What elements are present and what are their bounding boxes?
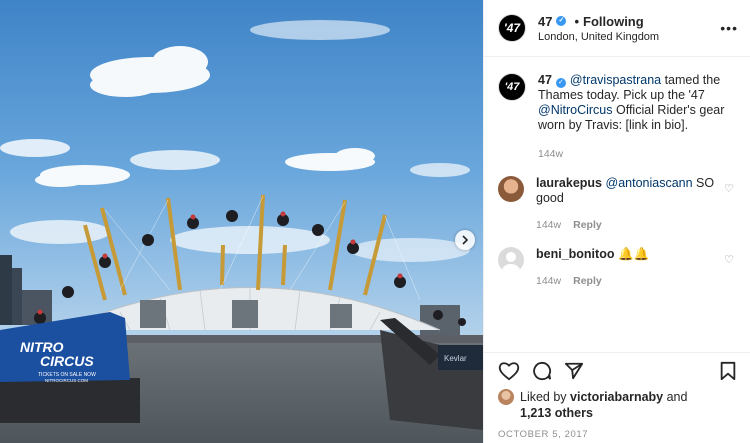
- comment-time[interactable]: 144w: [536, 219, 561, 231]
- post-sidebar: '47 47 ✓ • Following London, United King…: [483, 0, 750, 443]
- commenter-avatar[interactable]: [498, 247, 524, 273]
- share-send-icon[interactable]: [564, 361, 584, 381]
- comment-text: 🔔🔔: [614, 247, 650, 261]
- post-header: '47 47 ✓ • Following London, United King…: [484, 0, 750, 57]
- reply-button[interactable]: Reply: [573, 219, 602, 231]
- save-bookmark-icon[interactable]: [719, 361, 737, 381]
- liker-avatar[interactable]: [498, 389, 514, 405]
- more-options-icon[interactable]: •••: [720, 20, 738, 36]
- left-barge: [0, 378, 140, 423]
- avatar-logo-text: '47: [503, 21, 521, 35]
- next-photo-button[interactable]: [455, 230, 475, 250]
- liked-prefix: Liked by: [520, 390, 571, 404]
- likes-count[interactable]: 1,213 others: [520, 406, 593, 420]
- comments-list: '47 47 ✓ @travispastrana tamed the Thames …: [484, 57, 750, 289]
- caption-verified-icon: ✓: [555, 78, 566, 88]
- instagram-post: NITRO CIRCUS TICKETS ON SALE NOW NITROCI…: [0, 0, 750, 443]
- thames-stunt-photo: NITRO CIRCUS TICKETS ON SALE NOW NITROCI…: [0, 0, 483, 443]
- like-comment-heart-icon[interactable]: ♡: [724, 182, 736, 195]
- verified-badge-icon: ✓: [556, 16, 567, 26]
- likes-summary: Liked by victoriabarnaby and 1,213 other…: [484, 381, 750, 421]
- caption-time[interactable]: 144w: [538, 148, 563, 160]
- action-bar: Liked by victoriabarnaby and 1,213 other…: [484, 352, 750, 440]
- caption-username[interactable]: 47: [538, 73, 552, 87]
- comment-username[interactable]: beni_bonitoo: [536, 247, 614, 261]
- liker-username[interactable]: victoriabarnaby: [570, 390, 663, 404]
- default-avatar-icon: [502, 252, 520, 273]
- caption-mention-travis[interactable]: @travispastrana: [570, 73, 661, 87]
- reply-button[interactable]: Reply: [573, 275, 602, 287]
- caption-mention-nitrocircus[interactable]: @NitroCircus: [538, 103, 613, 117]
- comment-time[interactable]: 144w: [536, 275, 561, 287]
- banner-url: NITROCIRCUS.COM: [45, 378, 88, 383]
- like-heart-icon[interactable]: [498, 361, 520, 381]
- liked-mid: and: [663, 390, 688, 404]
- account-name[interactable]: 47: [538, 14, 552, 29]
- boat-label: Kevlar: [444, 354, 467, 363]
- following-button[interactable]: Following: [583, 14, 644, 29]
- caption-row: '47 47 ✓ @travispastrana tamed the Thames …: [498, 73, 736, 162]
- comment-bubble-icon[interactable]: [532, 361, 552, 381]
- comment-row: beni_bonitoo 🔔🔔 144w Reply ♡: [498, 247, 736, 289]
- separator-dot: •: [574, 13, 580, 29]
- comment-row: laurakepus @antoniascann SO good 144w Rep…: [498, 176, 736, 233]
- caption-avatar[interactable]: '47: [498, 73, 526, 101]
- account-avatar[interactable]: '47: [498, 14, 526, 42]
- banner-brand-2: CIRCUS: [40, 353, 94, 369]
- like-comment-heart-icon[interactable]: ♡: [724, 253, 736, 266]
- commenter-avatar[interactable]: [498, 176, 524, 202]
- comment-username[interactable]: laurakepus: [536, 176, 602, 190]
- post-location[interactable]: London, United Kingdom: [538, 31, 720, 43]
- comment-mention[interactable]: @antoniascann: [606, 176, 693, 190]
- post-photo[interactable]: NITRO CIRCUS TICKETS ON SALE NOW NITROCI…: [0, 0, 483, 443]
- chevron-right-icon: [462, 235, 469, 245]
- post-date[interactable]: OCTOBER 5, 2017: [484, 421, 750, 440]
- caption-avatar-logo-text: '47: [504, 81, 520, 93]
